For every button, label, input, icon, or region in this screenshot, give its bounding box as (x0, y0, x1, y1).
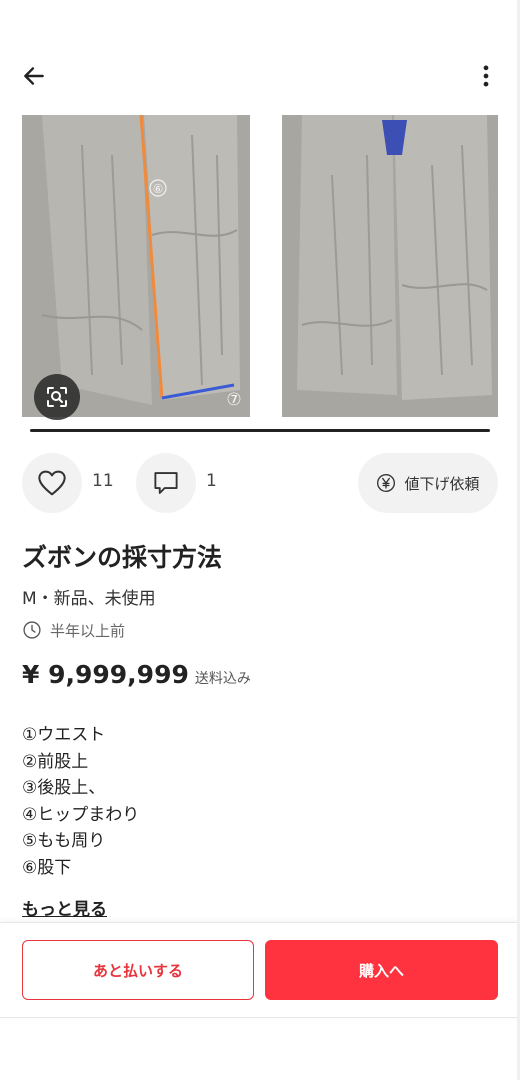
pay-later-label: あと払いする (92, 961, 183, 980)
back-button[interactable] (18, 60, 50, 92)
comment-count: 1 (206, 471, 217, 491)
action-row: 11 1 値下げ依頼 (22, 453, 498, 515)
buy-button[interactable]: 購入へ (265, 940, 498, 1000)
like-count: 11 (92, 471, 114, 491)
purchase-bar: あと払いする 購入へ (0, 922, 520, 1018)
yen-circle-icon (377, 474, 396, 492)
comment-button[interactable] (136, 453, 196, 513)
more-options-button[interactable] (470, 60, 502, 92)
image-search-icon (47, 387, 67, 407)
posted-time: 半年以上前 (22, 619, 125, 641)
description-line: ⑤もも周り (22, 831, 106, 851)
arrow-left-icon (24, 67, 44, 85)
top-app-bar (0, 50, 520, 106)
posted-label: 半年以上前 (50, 621, 126, 640)
pay-later-button[interactable]: あと払いする (22, 940, 254, 1000)
product-photo-1[interactable]: ⑥ ⑦ (22, 115, 250, 417)
product-photo-2[interactable] (282, 115, 498, 417)
show-more-link[interactable]: もっと見る (22, 895, 107, 920)
gallery-scroll-indicator (30, 429, 490, 432)
photo-mark-7: ⑦ (226, 390, 241, 410)
item-price: ¥ 9,999,999 (22, 660, 189, 689)
description-line: ③後股上、 (22, 778, 106, 798)
heart-icon (38, 470, 66, 496)
clock-icon (23, 621, 41, 639)
like-button[interactable] (22, 453, 82, 513)
image-search-button[interactable] (34, 374, 80, 420)
description-line: ⑥股下 (22, 857, 72, 878)
shipping-label: 送料込み (194, 671, 251, 687)
price-offer-button[interactable]: 値下げ依頼 (358, 453, 498, 513)
item-description: ①ウエスト ②前股上 ③後股上、 ④ヒップまわり ⑤もも周り ⑥股下 (22, 722, 492, 881)
item-title: ズボンの採寸方法 (22, 543, 223, 572)
more-vertical-icon (483, 65, 489, 87)
photo-gallery[interactable]: ⑥ ⑦ (0, 115, 520, 417)
description-line: ④ヒップまわり (22, 804, 140, 825)
speech-bubble-icon (154, 472, 178, 494)
description-line: ①ウエスト (22, 725, 106, 745)
description-line: ②前股上 (22, 751, 89, 772)
buy-label: 購入へ (358, 961, 404, 980)
photo-mark-6: ⑥ (153, 182, 164, 196)
item-condition: M・新品、未使用 (22, 589, 156, 609)
price-offer-label: 値下げ依頼 (404, 474, 480, 493)
price-row: ¥ 9,999,999 送料込み (22, 660, 251, 689)
